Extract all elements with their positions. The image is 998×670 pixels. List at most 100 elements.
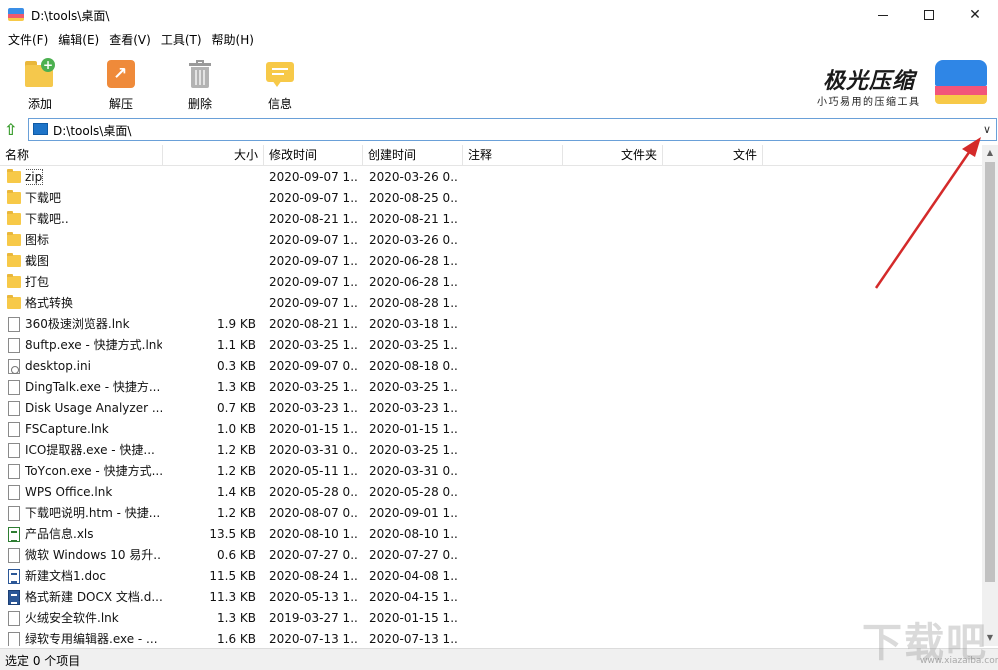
- file-modified-text: 2020-08-21 1...: [269, 212, 359, 226]
- file-modified-text: 2020-07-13 1...: [269, 632, 359, 646]
- menu-tools[interactable]: 工具(T): [156, 30, 207, 50]
- file-row[interactable]: 8uftp.exe - 快捷方式.lnk 1.1 KB 2020-03-25 1..…: [0, 335, 982, 356]
- file-name: desktop.ini: [25, 356, 162, 377]
- file-size: [163, 293, 256, 314]
- file-row[interactable]: 截图 2020-09-07 1... 2020-06-28 1...: [0, 251, 982, 272]
- scroll-thumb[interactable]: [985, 162, 995, 582]
- file-modified-text: 2020-09-07 1...: [269, 170, 359, 184]
- file-row[interactable]: 图标 2020-09-07 1... 2020-03-26 0...: [0, 230, 982, 251]
- file-row[interactable]: ToYcon.exe - 快捷方式... 1.2 KB 2020-05-11 1..…: [0, 461, 982, 482]
- file-row[interactable]: desktop.ini 0.3 KB 2020-09-07 0... 2020-08-…: [0, 356, 982, 377]
- file-modified: 2020-09-07 0...: [269, 356, 359, 377]
- file-created: 2020-03-25 1...: [369, 335, 459, 356]
- file-size: 1.3 KB: [163, 377, 256, 398]
- file-created-text: 2020-08-28 1...: [369, 296, 459, 310]
- column-header-created[interactable]: 创建时间: [363, 145, 463, 166]
- file-row[interactable]: Disk Usage Analyzer ... 0.7 KB 2020-03-23 …: [0, 398, 982, 419]
- file-row[interactable]: 产品信息.xls 13.5 KB 2020-08-10 1... 2020-08-10…: [0, 524, 982, 545]
- file-row[interactable]: zip 2020-09-07 1... 2020-03-26 0...: [0, 167, 982, 188]
- minimize-button[interactable]: [860, 0, 906, 30]
- delete-button[interactable]: 删除: [170, 58, 230, 114]
- file-name: FSCapture.lnk: [25, 419, 162, 440]
- menu-view[interactable]: 查看(V): [104, 30, 156, 50]
- file-name-text: WPS Office.lnk: [25, 485, 113, 499]
- file-created: 2020-08-21 1...: [369, 209, 459, 230]
- file-modified: 2020-08-07 0...: [269, 503, 359, 524]
- file-row[interactable]: 格式新建 DOCX 文档.d... 11.3 KB 2020-05-13 1... 2…: [0, 587, 982, 608]
- file-row[interactable]: 下载吧.. 2020-08-21 1... 2020-08-21 1...: [0, 209, 982, 230]
- file-row[interactable]: 微软 Windows 10 易升... 0.6 KB 2020-07-27 0...…: [0, 545, 982, 566]
- file-name: Disk Usage Analyzer ...: [25, 398, 162, 419]
- column-header-name[interactable]: 名称: [0, 145, 163, 166]
- file-icon: [8, 464, 20, 479]
- file-modified: 2020-03-31 0...: [269, 440, 359, 461]
- file-size-text: 11.3 KB: [209, 590, 256, 604]
- file-row[interactable]: 打包 2020-09-07 1... 2020-06-28 1...: [0, 272, 982, 293]
- file-icon: [8, 569, 20, 584]
- address-bar[interactable]: D:\tools\桌面\ ∨: [28, 118, 997, 141]
- file-size: [163, 230, 256, 251]
- file-created: 2020-09-01 1...: [369, 503, 459, 524]
- close-button[interactable]: ✕: [952, 0, 998, 30]
- file-row[interactable]: 下载吧 2020-09-07 1... 2020-08-25 0...: [0, 188, 982, 209]
- file-modified-text: 2020-08-07 0...: [269, 506, 359, 520]
- file-row[interactable]: ICO提取器.exe - 快捷... 1.2 KB 2020-03-31 0... 2…: [0, 440, 982, 461]
- file-name: 截图: [25, 251, 162, 272]
- file-row[interactable]: 360极速浏览器.lnk 1.9 KB 2020-08-21 1... 2020-03…: [0, 314, 982, 335]
- file-size: 11.5 KB: [163, 566, 256, 587]
- file-size-text: 0.3 KB: [217, 359, 256, 373]
- column-header-folder[interactable]: 文件夹: [563, 145, 663, 166]
- desktop-icon: [33, 123, 48, 135]
- status-text: 选定 0 个项目: [5, 654, 81, 668]
- brand-logo: 极光压缩 小巧易用的压缩工具: [815, 60, 990, 110]
- file-name: 8uftp.exe - 快捷方式.lnk: [25, 335, 162, 356]
- file-name: 绿软专用编辑器.exe - ...: [25, 629, 162, 646]
- up-folder-button[interactable]: ⇧: [4, 120, 22, 139]
- file-size: 1.3 KB: [163, 608, 256, 629]
- vertical-scrollbar[interactable]: ▲ ▼: [982, 145, 998, 646]
- file-modified: 2020-08-10 1...: [269, 524, 359, 545]
- file-name: 微软 Windows 10 易升...: [25, 545, 162, 566]
- file-row[interactable]: 新建文档1.doc 11.5 KB 2020-08-24 1... 2020-04-0…: [0, 566, 982, 587]
- file-created: 2020-01-15 1...: [369, 419, 459, 440]
- column-header-size[interactable]: 大小: [163, 145, 264, 166]
- file-row[interactable]: 绿软专用编辑器.exe - ... 1.6 KB 2020-07-13 1... 20…: [0, 629, 982, 646]
- menu-edit[interactable]: 编辑(E): [53, 30, 104, 50]
- extract-icon: ↗: [105, 58, 137, 90]
- file-icon: [8, 443, 20, 458]
- file-size-text: 1.1 KB: [217, 338, 256, 352]
- add-button[interactable]: + 添加: [10, 58, 70, 114]
- file-created: 2020-07-27 0...: [369, 545, 459, 566]
- file-modified-text: 2019-03-27 1...: [269, 611, 359, 625]
- file-created-text: 2020-03-23 1...: [369, 401, 459, 415]
- file-size: [163, 188, 256, 209]
- file-row[interactable]: WPS Office.lnk 1.4 KB 2020-05-28 0... 2020-…: [0, 482, 982, 503]
- file-size-text: 13.5 KB: [209, 527, 256, 541]
- close-icon: ✕: [969, 7, 981, 23]
- column-header-modified[interactable]: 修改时间: [264, 145, 363, 166]
- file-modified-text: 2020-08-24 1...: [269, 569, 359, 583]
- column-header-file[interactable]: 文件: [663, 145, 763, 166]
- file-name: 下载吧..: [25, 209, 162, 230]
- file-created: 2020-07-13 1...: [369, 629, 459, 646]
- file-row[interactable]: 格式转换 2020-09-07 1... 2020-08-28 1...: [0, 293, 982, 314]
- file-size: [163, 167, 256, 188]
- file-row[interactable]: 下载吧说明.htm - 快捷... 1.2 KB 2020-08-07 0... 20…: [0, 503, 982, 524]
- address-dropdown-button[interactable]: ∨: [979, 121, 995, 138]
- menu-file[interactable]: 文件(F): [3, 30, 53, 50]
- file-row[interactable]: DingTalk.exe - 快捷方... 1.3 KB 2020-03-25 1.…: [0, 377, 982, 398]
- extract-button[interactable]: ↗ 解压: [91, 58, 151, 114]
- file-name: 格式转换: [25, 293, 162, 314]
- file-row[interactable]: FSCapture.lnk 1.0 KB 2020-01-15 1... 2020-0…: [0, 419, 982, 440]
- file-size: 1.2 KB: [163, 503, 256, 524]
- maximize-button[interactable]: [906, 0, 952, 30]
- file-name-text: DingTalk.exe - 快捷方...: [25, 380, 161, 394]
- scroll-up-button[interactable]: ▲: [982, 145, 998, 161]
- column-header-comment[interactable]: 注释: [463, 145, 563, 166]
- file-name: WPS Office.lnk: [25, 482, 162, 503]
- file-modified: 2020-09-07 1...: [269, 272, 359, 293]
- info-button[interactable]: 信息: [250, 58, 310, 114]
- menu-help[interactable]: 帮助(H): [207, 30, 259, 50]
- file-modified: 2020-07-13 1...: [269, 629, 359, 646]
- file-row[interactable]: 火绒安全软件.lnk 1.3 KB 2019-03-27 1... 2020-01-1…: [0, 608, 982, 629]
